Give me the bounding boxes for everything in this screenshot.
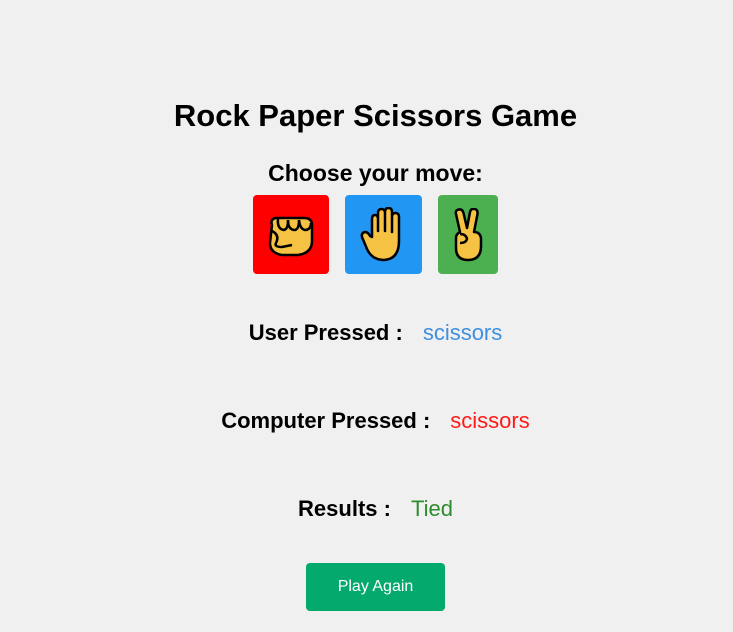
choose-move-prompt: Choose your move:: [268, 160, 483, 186]
paper-button[interactable]: [345, 195, 422, 274]
results-row: Results : Tied: [0, 494, 733, 524]
user-pressed-row: User Pressed : scissors: [0, 318, 733, 348]
computer-pressed-row: Computer Pressed : scissors: [0, 406, 733, 436]
computer-pressed-label: Computer Pressed :: [221, 408, 431, 433]
play-again-button[interactable]: Play Again: [306, 563, 445, 611]
user-pressed-value: scissors: [422, 320, 503, 345]
game-page: Rock Paper Scissors Game Choose your mov…: [0, 0, 733, 632]
raised-hand-emoji-icon: [360, 206, 408, 263]
results-label: Results :: [298, 496, 391, 521]
fist-emoji-icon: [264, 211, 318, 259]
computer-pressed-value: scissors: [450, 408, 530, 433]
results-value: Tied: [410, 496, 453, 521]
victory-hand-emoji-icon: [450, 207, 486, 262]
scissors-button[interactable]: [438, 195, 498, 274]
user-pressed-label: User Pressed :: [248, 320, 403, 345]
rock-button[interactable]: [253, 195, 329, 274]
page-title: Rock Paper Scissors Game: [173, 98, 578, 133]
